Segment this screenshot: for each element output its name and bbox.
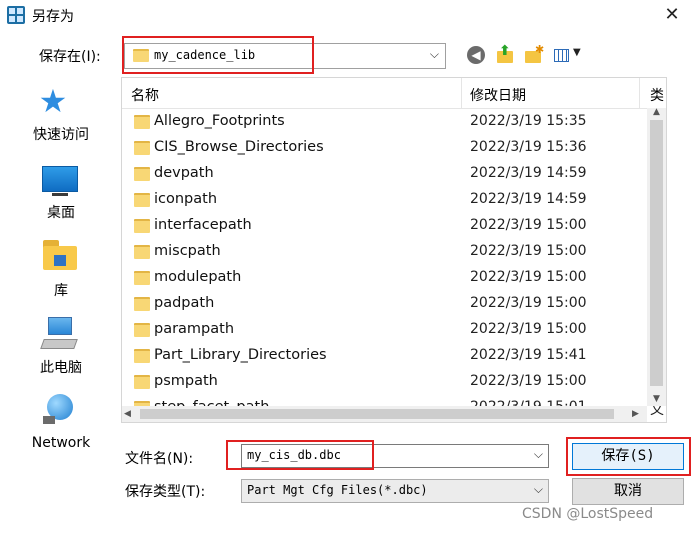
list-item[interactable]: modulepath2022/3/19 15:00文 (122, 265, 664, 291)
nav-library[interactable]: 库 (9, 280, 113, 300)
file-name: psmpath (154, 373, 218, 389)
save-in-highlight-box (122, 36, 314, 74)
file-date: 2022/3/19 15:00 (470, 321, 587, 337)
folder-icon (134, 115, 150, 129)
chevron-down-icon[interactable]: ⌵ (534, 482, 543, 497)
scroll-left-icon[interactable]: ◀ (124, 406, 138, 422)
sort-ascending-icon: ⌃ (289, 77, 300, 87)
file-date: 2022/3/19 15:36 (470, 139, 587, 155)
column-divider[interactable] (461, 78, 462, 108)
file-type-dropdown[interactable]: Part Mgt Cfg Files(*.dbc) ⌵ (241, 479, 549, 503)
folder-icon (134, 297, 150, 311)
file-date: 2022/3/19 15:00 (470, 373, 587, 389)
nav-desktop[interactable]: 桌面 (9, 202, 113, 222)
column-header-type[interactable]: 类 (650, 85, 664, 105)
file-name: iconpath (154, 191, 218, 207)
file-name: devpath (154, 165, 214, 181)
file-date: 2022/3/19 15:00 (470, 295, 587, 311)
watermark: CSDN @LostSpeed (522, 506, 654, 522)
title-bar (0, 0, 699, 30)
back-icon[interactable]: ◀ (466, 45, 488, 67)
close-button[interactable]: ✕ (652, 0, 692, 30)
nav-network[interactable]: Network (9, 435, 113, 451)
column-header-date[interactable]: 修改日期 (470, 85, 526, 105)
star-icon[interactable]: ★ (36, 84, 70, 118)
file-list[interactable]: ⌃ 名称 修改日期 类 Allegro_Footprints 2022/3/19 … (121, 77, 667, 423)
save-button-highlight-box (566, 437, 691, 476)
chevron-down-icon[interactable]: ⌵ (430, 47, 439, 62)
list-item[interactable]: devpath2022/3/19 14:59文 (122, 161, 664, 187)
new-folder-icon[interactable]: ✱ (523, 43, 545, 67)
file-name: interfacepath (154, 217, 252, 233)
scroll-up-icon[interactable]: ▲ (648, 107, 665, 119)
list-item[interactable]: miscpath2022/3/19 15:00文 (122, 239, 664, 265)
column-header-name[interactable]: 名称 (131, 85, 159, 105)
vertical-scroll-thumb[interactable] (650, 120, 663, 386)
file-date: 2022/3/19 15:35 (470, 113, 587, 129)
folder-icon (134, 167, 150, 181)
file-name: padpath (154, 295, 215, 311)
computer-icon[interactable] (40, 317, 78, 353)
folder-icon (134, 141, 150, 155)
file-name: parampath (154, 321, 235, 337)
library-icon[interactable] (43, 240, 77, 270)
nav-this-pc[interactable]: 此电脑 (9, 357, 113, 377)
file-name: Part_Library_Directories (154, 347, 327, 363)
folder-icon (134, 375, 150, 389)
list-item[interactable]: parampath2022/3/19 15:00文 (122, 317, 664, 343)
desktop-stand (52, 193, 68, 196)
window-title: 另存为 (32, 9, 74, 25)
folder-icon (134, 219, 150, 233)
file-name: CIS_Browse_Directories (154, 139, 324, 155)
horizontal-scroll-thumb[interactable] (140, 409, 614, 419)
file-name: miscpath (154, 243, 221, 259)
column-divider[interactable] (639, 78, 640, 108)
file-name-label: 文件名(N): (125, 451, 194, 467)
list-item[interactable]: CIS_Browse_Directories2022/3/19 15:36文 (122, 135, 664, 161)
file-date: 2022/3/19 15:00 (470, 217, 587, 233)
desktop-icon[interactable] (42, 166, 78, 192)
views-menu-icon[interactable]: ▼ (552, 45, 586, 67)
list-item[interactable]: padpath2022/3/19 15:00文 (122, 291, 664, 317)
list-item[interactable]: interfacepath2022/3/19 15:00文 (122, 213, 664, 239)
file-type-label: 保存类型(T): (125, 484, 206, 500)
list-header: ⌃ 名称 修改日期 类 (122, 77, 666, 109)
scroll-down-icon[interactable]: ▼ (648, 394, 665, 406)
list-item[interactable]: Allegro_Footprints2022/3/19 15:35文 (122, 109, 664, 135)
list-item[interactable]: psmpath2022/3/19 15:00文 (122, 369, 664, 395)
folder-icon (134, 245, 150, 259)
list-item[interactable]: Part_Library_Directories2022/3/19 15:41文 (122, 343, 664, 369)
cancel-button[interactable]: 取消 (572, 478, 684, 505)
folder-icon (134, 349, 150, 363)
chevron-down-icon[interactable]: ⌵ (534, 447, 543, 462)
file-date: 2022/3/19 15:41 (470, 347, 587, 363)
folder-icon (134, 323, 150, 337)
scroll-right-icon[interactable]: ▶ (632, 406, 646, 422)
save-in-label: 保存在(I): (39, 49, 101, 65)
app-icon (7, 6, 25, 24)
network-icon[interactable] (43, 394, 77, 428)
file-date: 2022/3/19 14:59 (470, 165, 587, 181)
file-type-value: Part Mgt Cfg Files(*.dbc) (247, 483, 428, 497)
file-date: 2022/3/19 15:00 (470, 269, 587, 285)
file-date: 2022/3/19 14:59 (470, 191, 587, 207)
file-name-highlight-box (226, 440, 374, 470)
file-name: modulepath (154, 269, 242, 285)
file-name: Allegro_Footprints (154, 113, 285, 129)
up-folder-icon[interactable]: ⬆ (495, 43, 517, 67)
folder-icon (134, 271, 150, 285)
folder-icon (134, 193, 150, 207)
file-date: 2022/3/19 15:00 (470, 243, 587, 259)
list-item[interactable]: iconpath2022/3/19 14:59文 (122, 187, 664, 213)
nav-quick-access[interactable]: 快速访问 (9, 124, 113, 144)
